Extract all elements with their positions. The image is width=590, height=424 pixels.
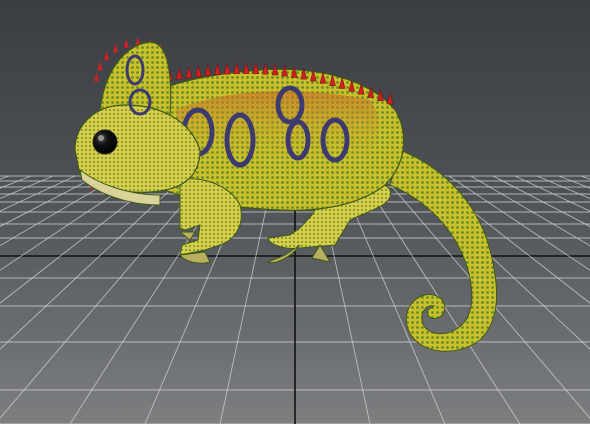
viewport-canvas[interactable] xyxy=(0,0,590,424)
3d-viewport[interactable] xyxy=(0,0,590,424)
chameleon-eye xyxy=(92,129,118,155)
chameleon-eye-highlight xyxy=(98,135,104,141)
